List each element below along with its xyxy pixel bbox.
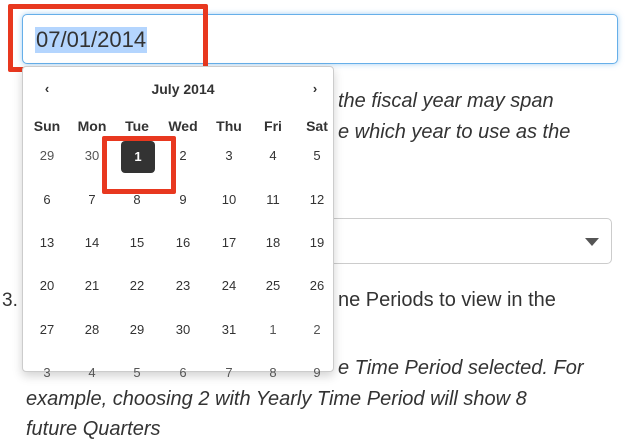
- day-cell[interactable]: 24: [207, 271, 251, 301]
- day-cell[interactable]: 15: [115, 228, 159, 258]
- day-cell[interactable]: 14: [70, 228, 114, 258]
- help-text-line-1: the fiscal year may span: [338, 90, 554, 112]
- day-cell[interactable]: 13: [25, 228, 69, 258]
- day-cell[interactable]: 4: [70, 358, 114, 388]
- datepicker-month-title[interactable]: July 2014: [123, 77, 243, 101]
- help-text-line-4: e Time Period selected. For: [338, 357, 584, 379]
- day-cell[interactable]: 26: [295, 271, 339, 301]
- day-cell[interactable]: 6: [161, 358, 205, 388]
- day-cell[interactable]: 9: [295, 358, 339, 388]
- day-cell[interactable]: 21: [70, 271, 114, 301]
- day-cell[interactable]: 6: [25, 185, 69, 215]
- day-cell[interactable]: 23: [161, 271, 205, 301]
- day-cell[interactable]: 17: [207, 228, 251, 258]
- day-of-week-header: Thu: [216, 118, 242, 134]
- help-text-line-2: e which year to use as the: [338, 121, 571, 143]
- day-cell[interactable]: 7: [207, 358, 251, 388]
- day-of-week-header: Sat: [306, 118, 328, 134]
- day-cell[interactable]: 20: [25, 271, 69, 301]
- day-cell[interactable]: 29: [115, 315, 159, 345]
- day-of-week-header: Sun: [33, 118, 61, 134]
- selected-day-highlight-annotation: [102, 136, 176, 194]
- day-cell[interactable]: 3: [207, 141, 251, 171]
- day-of-week-header: Fri: [264, 118, 282, 134]
- next-month-button[interactable]: ›: [305, 77, 325, 101]
- day-cell[interactable]: 28: [70, 315, 114, 345]
- day-cell[interactable]: 22: [115, 271, 159, 301]
- day-cell[interactable]: 1: [251, 315, 295, 345]
- day-cell[interactable]: 11: [251, 185, 295, 215]
- day-cell[interactable]: 16: [161, 228, 205, 258]
- day-cell[interactable]: 29: [25, 141, 69, 171]
- day-cell[interactable]: 31: [207, 315, 251, 345]
- help-text-line-6: future Quarters: [26, 418, 161, 440]
- day-cell[interactable]: 18: [251, 228, 295, 258]
- day-cell[interactable]: 4: [251, 141, 295, 171]
- day-cell[interactable]: 2: [295, 315, 339, 345]
- day-cell[interactable]: 10: [207, 185, 251, 215]
- list-number: 3.: [2, 290, 18, 311]
- help-text-line-5: example, choosing 2 with Yearly Time Per…: [26, 388, 527, 410]
- day-cell[interactable]: 3: [25, 358, 69, 388]
- day-cell[interactable]: 5: [115, 358, 159, 388]
- day-cell[interactable]: 30: [161, 315, 205, 345]
- time-period-select[interactable]: [300, 218, 612, 264]
- day-cell[interactable]: 5: [295, 141, 339, 171]
- day-cell[interactable]: 12: [295, 185, 339, 215]
- day-cell[interactable]: 19: [295, 228, 339, 258]
- prev-month-button[interactable]: ‹: [37, 77, 57, 101]
- datepicker-dropdown: ‹ July 2014 › Sun Mon Tue Wed Thu Fri Sat 29 30 1…: [22, 66, 334, 380]
- date-input-highlight-annotation: [8, 4, 208, 72]
- day-cell[interactable]: 25: [251, 271, 295, 301]
- day-cell[interactable]: 8: [251, 358, 295, 388]
- day-cell[interactable]: 27: [25, 315, 69, 345]
- caret-down-icon: [585, 238, 599, 246]
- help-text-line-3: ne Periods to view in the: [338, 289, 556, 311]
- datepicker-header: ‹ July 2014 ›: [23, 77, 333, 101]
